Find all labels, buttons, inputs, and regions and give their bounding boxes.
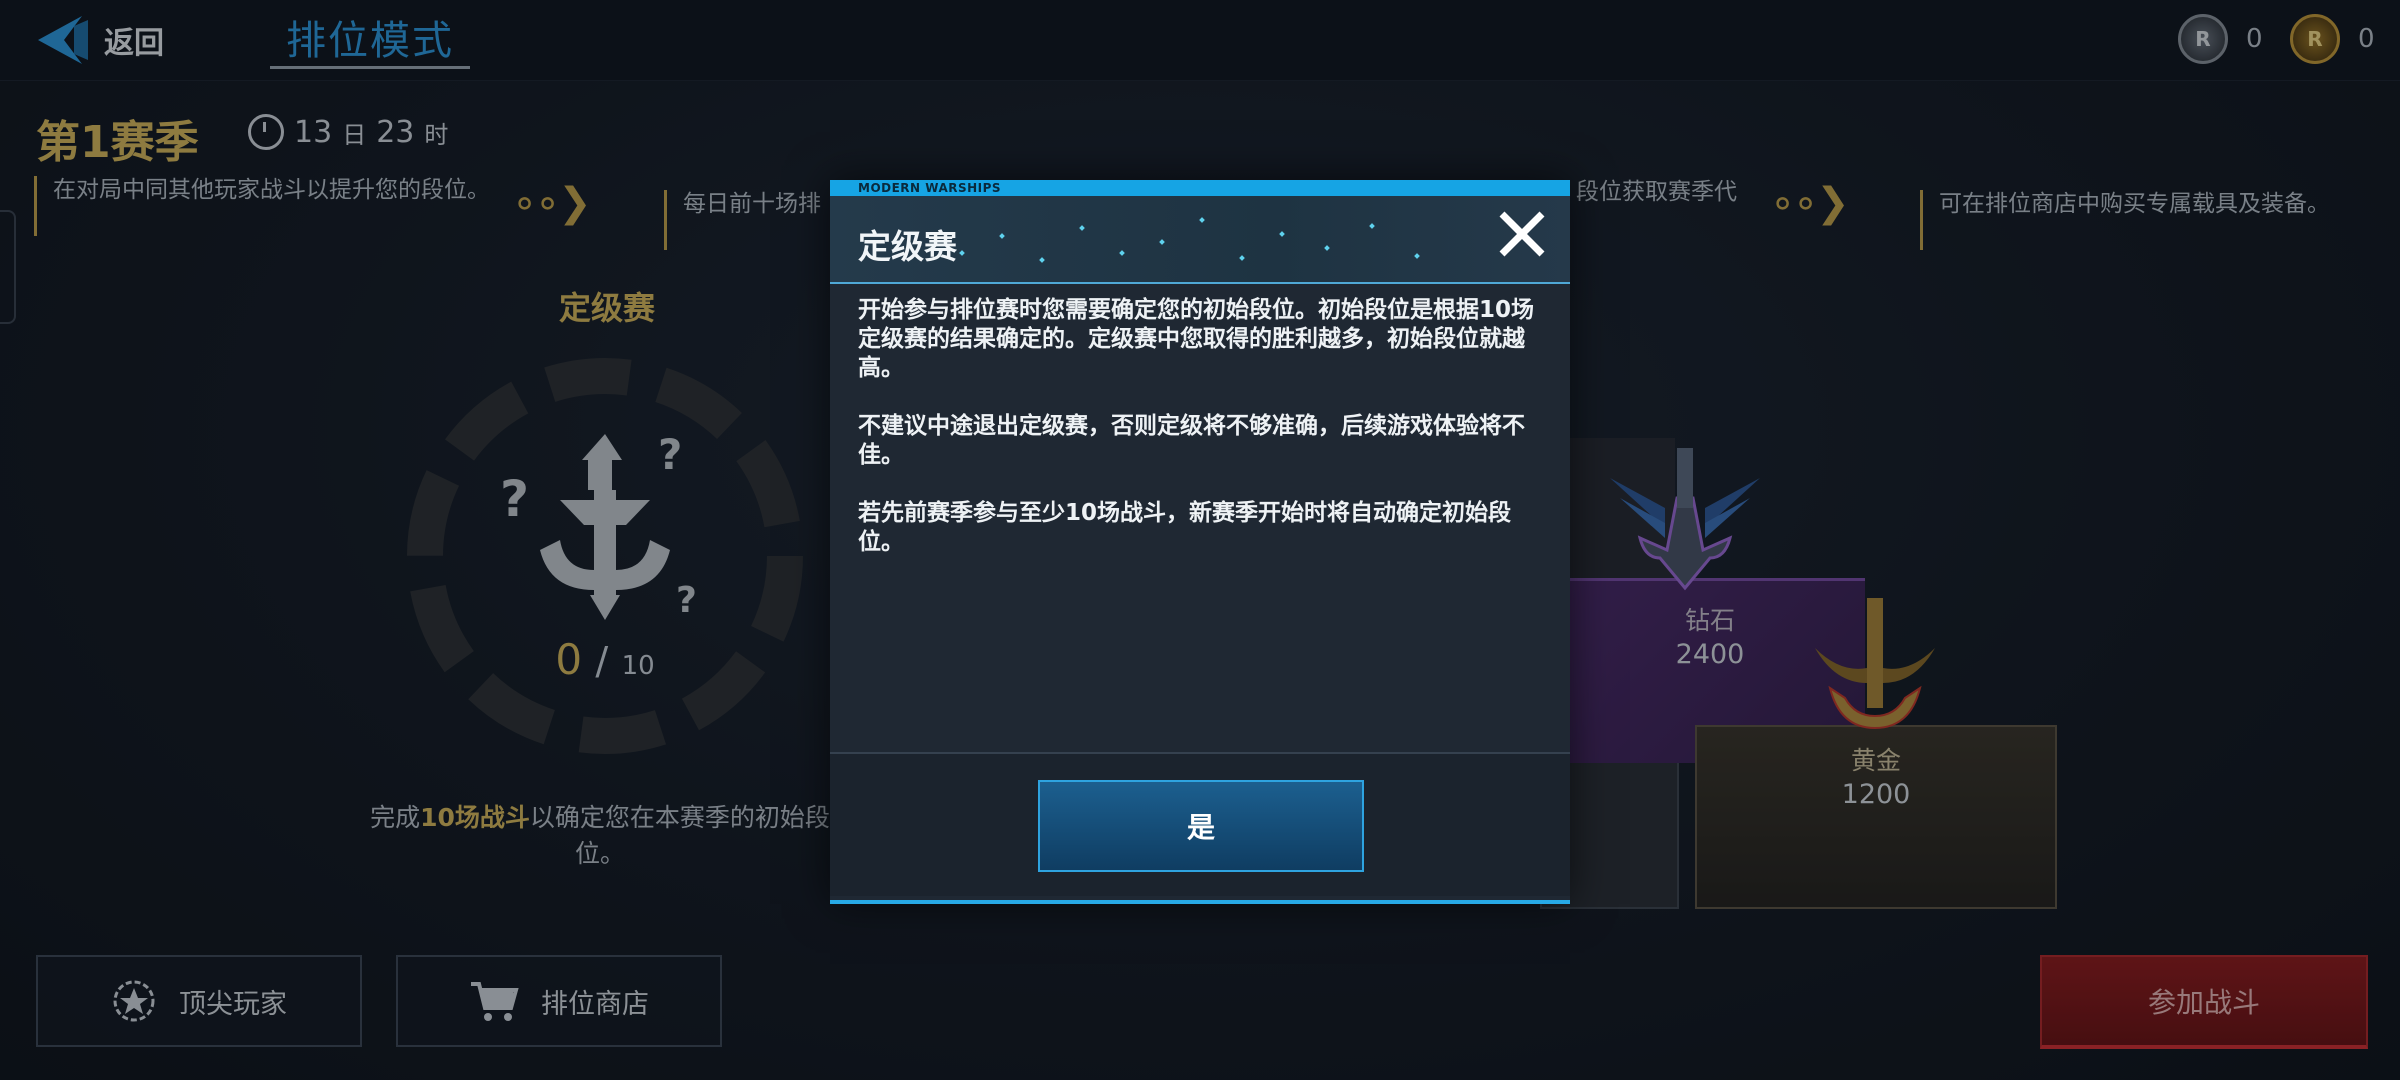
dialog-paragraph: 若先前赛季参与至少10场战斗，新赛季开始时将自动确定初始段位。 — [858, 500, 1512, 555]
dialog-brand: MODERN WARSHIPS — [858, 181, 1002, 195]
dialog-paragraph: 不建议中途退出定级赛，否则定级将不够准确，后续游戏体验将不佳。 — [858, 413, 1525, 468]
qualifier-info-dialog: MODERN WARSHIPS 定级赛 开始参与排位赛时您需要确定您的初始段位。… — [830, 180, 1570, 904]
dialog-title: 定级赛 — [858, 227, 957, 266]
close-icon[interactable] — [1492, 204, 1552, 264]
dialog-paragraph: 开始参与排位赛时您需要确定您的初始段位。初始段位是根据10场定级赛的结果确定的。… — [858, 297, 1535, 381]
confirm-yes-button[interactable]: 是 — [1038, 780, 1364, 872]
dialog-body: 开始参与排位赛时您需要确定您的初始段位。初始段位是根据10场定级赛的结果确定的。… — [858, 296, 1544, 586]
